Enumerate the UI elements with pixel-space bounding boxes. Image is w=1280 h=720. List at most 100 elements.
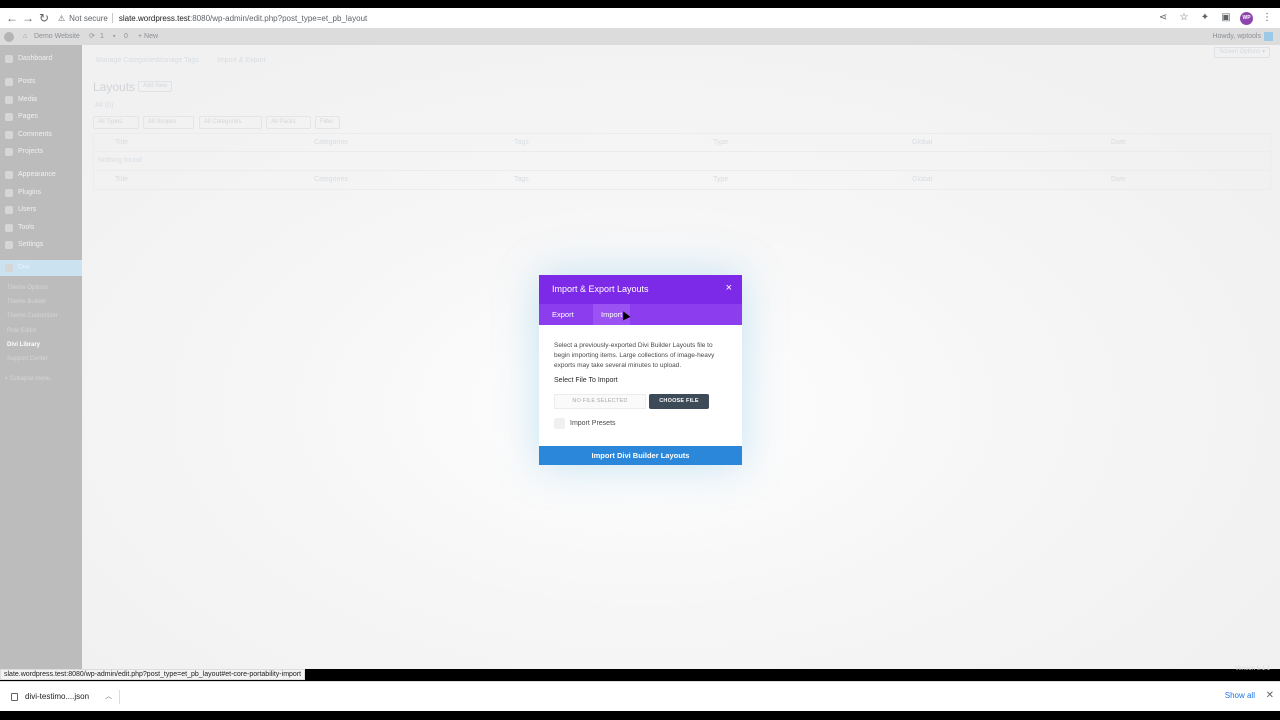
screen-options-button[interactable]: Screen Options ▾ — [1213, 47, 1270, 58]
file-select-label: Select File To Import — [554, 377, 618, 384]
filter-all-link[interactable]: All (0) — [95, 102, 113, 109]
site-name[interactable]: Demo Website — [34, 29, 80, 45]
download-separator — [119, 690, 120, 704]
column-title[interactable]: Title — [115, 139, 128, 146]
sidebar-item-settings[interactable]: Settings — [0, 237, 82, 253]
url-host: slate.wordpress.test — [118, 13, 190, 23]
sidebar-item-label: Plugins — [18, 189, 41, 196]
wp-admin-bar: ⌂ Demo Website ⟳ 1 ▪ 0 + New Howdy, wpto… — [0, 29, 1280, 45]
footer-column-global: Global — [912, 176, 933, 183]
sidebar-item-projects[interactable]: Projects — [0, 144, 82, 160]
add-new-button[interactable]: Add New — [138, 81, 173, 92]
submenu-theme-options[interactable]: Theme Options — [7, 282, 48, 294]
import-presets-label[interactable]: Import Presets — [570, 420, 616, 427]
forward-arrow-icon[interactable]: → — [20, 10, 36, 26]
submenu-theme-builder[interactable]: Theme Builder — [7, 296, 46, 308]
profile-avatar[interactable]: WP — [1240, 11, 1253, 25]
updates-count: 1 — [100, 33, 104, 40]
sidebar-item-pages[interactable]: Pages — [0, 109, 82, 125]
url-separator — [111, 13, 113, 23]
sidebar-item-media[interactable]: Media — [0, 92, 82, 108]
column-categories: Categories — [314, 139, 348, 146]
media-icon — [5, 96, 13, 104]
plugin-icon — [5, 189, 13, 197]
howdy-label: Howdy, wptools — [1212, 33, 1261, 40]
show-all-link[interactable]: Show all — [1225, 691, 1255, 700]
star-icon[interactable]: ☆ — [1177, 11, 1191, 25]
submenu-role-editor[interactable]: Role Editor — [7, 325, 37, 337]
chevron-up-icon[interactable]: ︿ — [105, 688, 112, 706]
subnav-manage-categories[interactable]: Manage Categories — [96, 57, 157, 64]
download-item[interactable]: divi-testimo....json ︿ — [6, 688, 118, 706]
menu-dots-icon[interactable]: ⋮ — [1260, 11, 1274, 25]
sidebar-item-tools[interactable]: Tools — [0, 220, 82, 236]
back-arrow-icon[interactable]: ← — [4, 10, 20, 26]
url-path: :8080/wp-admin/edit.php?post_type=et_pb_… — [190, 13, 368, 23]
sidebar-item-dashboard[interactable]: Dashboard — [0, 51, 82, 67]
sidebar-item-label: Settings — [18, 241, 44, 248]
collapse-menu-button[interactable]: ◐ Collapse menu — [5, 373, 50, 385]
address-bar[interactable]: ⚠ Not secure slate.wordpress.test :8080/… — [58, 9, 367, 27]
filter-packs-select[interactable]: All Packs — [266, 116, 311, 129]
home-icon: ⌂ — [23, 33, 28, 40]
sidebar-item-posts[interactable]: Posts — [0, 74, 82, 90]
filter-types-select[interactable]: All Types — [93, 116, 139, 129]
footer-column-title[interactable]: Title — [115, 176, 128, 183]
extensions-icon[interactable]: ✦ — [1198, 11, 1212, 25]
sidebar-item-label: Tools — [18, 224, 35, 231]
import-presets-checkbox[interactable] — [554, 418, 565, 429]
filter-button[interactable]: Filter — [315, 116, 340, 129]
close-icon[interactable]: × — [726, 283, 732, 294]
download-file-name: divi-testimo....json — [25, 692, 90, 701]
import-layouts-button[interactable]: Import Divi Builder Layouts — [539, 446, 742, 465]
empty-message: Nothing found — [98, 157, 142, 164]
column-tags: Tags — [514, 139, 529, 146]
modal-description: Select a previously-exported Divi Builde… — [554, 342, 715, 369]
table-divider — [93, 151, 1271, 152]
sidebar-item-label: Projects — [18, 148, 44, 155]
modal-tabs: Export Import — [539, 304, 742, 325]
tab-export[interactable]: Export — [544, 304, 582, 325]
user-avatar — [1264, 31, 1273, 41]
sidebar-item-comments[interactable]: Comments — [0, 127, 82, 143]
submenu-divi-library[interactable]: Divi Library — [7, 339, 40, 351]
footer-column-date[interactable]: Date — [1111, 176, 1126, 183]
wordpress-logo-icon[interactable] — [4, 32, 14, 42]
sidebar-item-users[interactable]: Users — [0, 202, 82, 218]
sidebar-item-appearance[interactable]: Appearance — [0, 167, 82, 183]
footer-column-tags: Tags — [514, 176, 529, 183]
column-date[interactable]: Date — [1111, 139, 1126, 146]
sidebar-item-label: Users — [18, 206, 37, 213]
filter-categories-select[interactable]: All Categories — [199, 116, 262, 129]
subnav-manage-tags[interactable]: Manage Tags — [157, 57, 199, 64]
close-icon[interactable]: ✕ — [1266, 690, 1274, 701]
new-content-link[interactable]: + New — [138, 29, 158, 45]
sidebar-item-label: Posts — [18, 78, 36, 85]
file-name-display[interactable]: NO FILE SELECTED — [554, 394, 646, 409]
wrench-icon — [5, 224, 13, 232]
status-bar-url: slate.wordpress.test:8080/wp-admin/edit.… — [0, 669, 306, 680]
import-export-modal: Import & Export Layouts × Export Import … — [539, 275, 742, 465]
wp-version: Version 6.1.1 — [1234, 666, 1270, 672]
submenu-theme-customizer[interactable]: Theme Customizer — [7, 310, 58, 322]
reload-icon[interactable]: ↻ — [36, 10, 52, 26]
comments-count: 0 — [124, 33, 128, 40]
howdy-account[interactable]: Howdy, wptools — [1212, 29, 1273, 45]
sidepanel-icon[interactable]: ▣ — [1219, 11, 1233, 25]
user-icon — [5, 206, 13, 214]
submenu-support-center[interactable]: Support Center — [7, 353, 48, 365]
column-type: Type — [713, 139, 729, 146]
comments-icon[interactable]: ▪ — [113, 29, 115, 45]
updates-icon[interactable]: ⟳ — [89, 29, 95, 45]
divi-icon — [5, 264, 13, 272]
choose-file-button[interactable]: CHOOSE FILE — [649, 394, 709, 409]
sidebar-item-divi[interactable]: Divi — [0, 260, 82, 276]
subnav-import-export[interactable]: Import & Export — [217, 57, 266, 64]
settings-icon — [5, 241, 13, 249]
footer-column-categories: Categories — [314, 176, 348, 183]
sidebar-item-plugins[interactable]: Plugins — [0, 185, 82, 201]
brush-icon — [5, 171, 13, 179]
projects-icon — [5, 148, 13, 156]
share-icon[interactable]: ⋖ — [1156, 11, 1170, 25]
filter-scopes-select[interactable]: All Scopes — [143, 116, 194, 129]
